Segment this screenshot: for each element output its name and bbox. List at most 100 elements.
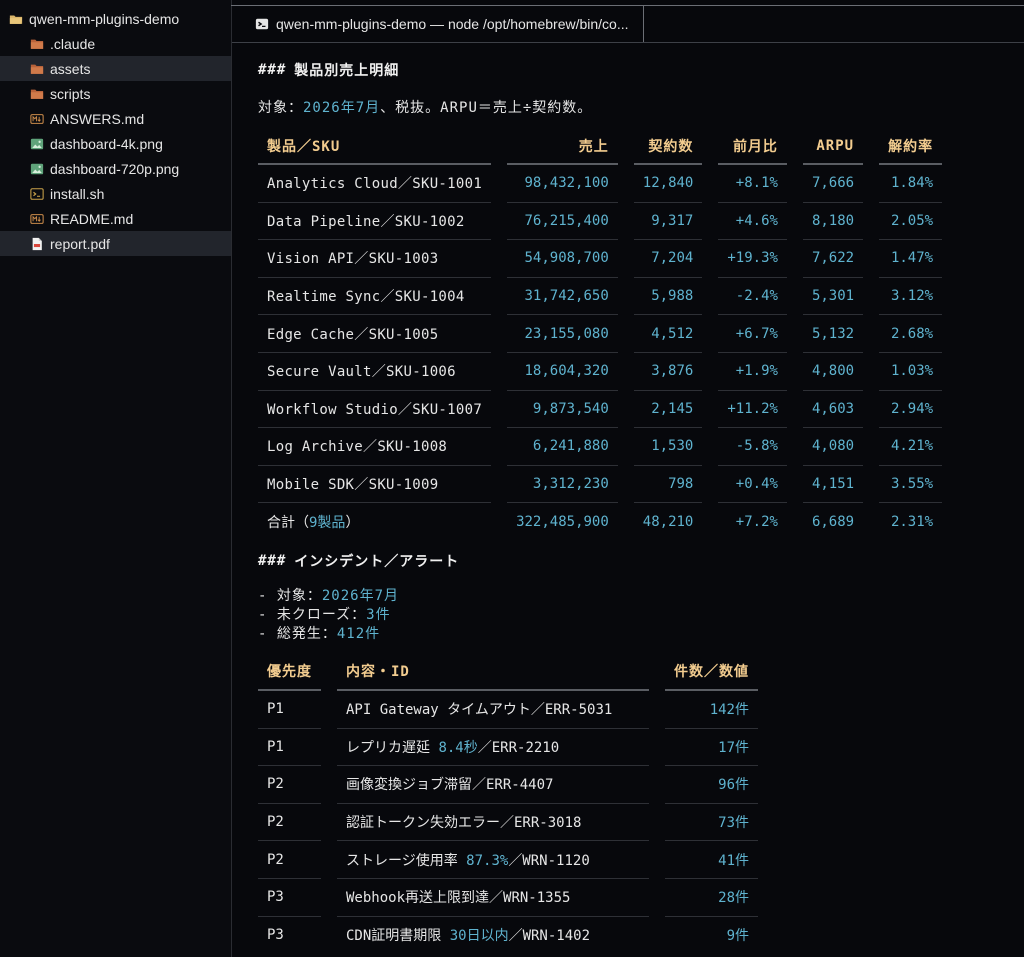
- tree-item-dashboard-4k-png[interactable]: dashboard-4k.png: [0, 131, 231, 156]
- incident-id: ／WRN-1355: [489, 890, 571, 907]
- total-value-cell: 322,485,900: [516, 514, 609, 531]
- incident-count-cell: 41件: [665, 841, 758, 879]
- bullet-key: - 未クローズ：: [258, 606, 367, 623]
- table-row: P1 レプリカ遅延 8.4秒／ERR-2210 17件: [258, 729, 758, 767]
- incident-col-header: 件数／数値: [665, 654, 758, 691]
- tree-item-install-sh[interactable]: install.sh: [0, 181, 231, 206]
- incident-id: ／ERR-2210: [477, 739, 560, 756]
- value-cell: 12,840: [633, 165, 703, 203]
- file-explorer-sidebar: qwen-mm-plugins-demo .claude assets script…: [0, 0, 232, 957]
- sales-col-header: 前月比: [718, 128, 787, 165]
- table-row: Vision API／SKU-1003 54,908,700 7,204 +19.3%…: [258, 240, 943, 278]
- total-value-cell: 2.31%: [890, 514, 934, 531]
- table-row: Data Pipeline／SKU-1002 76,215,400 9,317 +4.…: [258, 203, 943, 241]
- tree-item-readme-md[interactable]: README.md: [0, 206, 231, 231]
- incident-count-cell: 28件: [665, 879, 758, 917]
- sales-col-header: ARPU: [802, 128, 864, 165]
- tree-item-label: report.pdf: [50, 235, 110, 252]
- incident-table: 優先度 内容・ID 件数／数値 P1 API Gateway タイムアウト／ERR-5…: [242, 654, 774, 954]
- tree-item-dashboard-720p-png[interactable]: dashboard-720p.png: [0, 156, 231, 181]
- table-row: P2 画像変換ジョブ滞留／ERR-4407 96件: [258, 766, 758, 804]
- value-cell: 4,512: [633, 315, 703, 353]
- table-row: Edge Cache／SKU-1005 23,155,080 4,512 +6.7% 5…: [258, 315, 943, 353]
- value-cell: +0.4%: [718, 466, 787, 504]
- total-value-cell: 6,689: [811, 514, 855, 531]
- incident-id: ／WRN-1402: [508, 928, 591, 945]
- incident-text: ストレージ使用率: [346, 852, 467, 869]
- summary-bullet: - 未クローズ：3件: [258, 606, 1018, 625]
- tree-item-label: ANSWERS.md: [50, 110, 145, 127]
- terminal-file-icon: [29, 186, 45, 202]
- product-cell: Data Pipeline／SKU-1002: [258, 203, 492, 241]
- incident-content-cell: Webhook再送上限到達／WRN-1355: [337, 879, 649, 917]
- value-cell: 1.03%: [879, 353, 943, 391]
- incident-metric: 87.3%: [466, 852, 509, 869]
- table-row: Secure Vault／SKU-1006 18,604,320 3,876 +1.9…: [258, 353, 943, 391]
- product-cell: Edge Cache／SKU-1005: [258, 315, 492, 353]
- incident-text: 画像変換ジョブ滞留: [346, 777, 472, 794]
- value-cell: 1.47%: [879, 240, 943, 278]
- value-cell: 54,908,700: [507, 240, 618, 278]
- value-cell: 4,151: [802, 466, 864, 504]
- value-cell: +6.7%: [718, 315, 787, 353]
- value-cell: 2.94%: [879, 391, 943, 429]
- incident-count-cell: 17件: [665, 729, 758, 767]
- tree-item-report-pdf[interactable]: report.pdf: [0, 231, 231, 256]
- incident-col-header: 内容・ID: [337, 654, 649, 691]
- tree-root-folder[interactable]: qwen-mm-plugins-demo: [0, 6, 231, 31]
- value-cell: 7,204: [633, 240, 703, 278]
- markdown-file-icon: [29, 111, 45, 127]
- incident-content-cell: API Gateway タイムアウト／ERR-5031: [337, 691, 649, 729]
- value-cell: 7,666: [802, 165, 864, 203]
- sales-summary: 対象：2026年7月、税抜。ARPU＝売上÷契約数。: [258, 88, 1018, 128]
- value-cell: +1.9%: [718, 353, 787, 391]
- heading-hash: ###: [258, 62, 287, 78]
- total-label-prefix: 合計（: [267, 515, 309, 532]
- product-cell: Analytics Cloud／SKU-1001: [258, 165, 492, 203]
- product-cell: Mobile SDK／SKU-1009: [258, 466, 492, 504]
- tree-item-label: dashboard-720p.png: [50, 160, 180, 177]
- priority-cell: P3: [267, 927, 284, 944]
- tab-terminal[interactable]: qwen-mm-plugins-demo — node /opt/homebre…: [232, 6, 644, 42]
- value-cell: 5,988: [633, 278, 703, 316]
- heading-hash: ###: [258, 552, 287, 569]
- bullet-value: 412件: [336, 625, 381, 642]
- bullet-value: 2026年7月: [321, 587, 400, 604]
- priority-cell: P1: [258, 729, 321, 767]
- incident-count-cell: 73件: [665, 804, 758, 842]
- incident-id: ／ERR-5031: [530, 702, 613, 719]
- total-row: 合計（9製品） 322,485,900 48,210 +7.2% 6,689 2.31%: [258, 503, 942, 541]
- folder-icon: [29, 61, 45, 77]
- incident-summary-list: - 対象：2026年7月 - 未クローズ：3件 - 総発生：412件: [258, 587, 1018, 644]
- terminal-icon: [254, 16, 270, 32]
- sales-col-header: 売上: [507, 128, 618, 165]
- table-row: P1 API Gateway タイムアウト／ERR-5031 142件: [258, 691, 758, 729]
- table-row: P2 認証トークン失効エラー／ERR-3018 73件: [258, 804, 758, 842]
- incident-content-cell: 画像変換ジョブ滞留／ERR-4407: [337, 766, 649, 804]
- value-cell: 3.12%: [879, 278, 943, 316]
- tree-item-assets[interactable]: assets: [0, 56, 231, 81]
- tree-item-label: dashboard-4k.png: [50, 135, 163, 152]
- incident-text: レプリカ遅延: [346, 739, 439, 756]
- value-cell: 1.84%: [879, 165, 943, 203]
- tree-item-answers-md[interactable]: ANSWERS.md: [0, 106, 231, 131]
- tab-title: qwen-mm-plugins-demo — node /opt/homebre…: [276, 16, 629, 32]
- value-cell: 23,155,080: [507, 315, 618, 353]
- value-cell: 76,215,400: [507, 203, 618, 241]
- value-cell: 18,604,320: [507, 353, 618, 391]
- open-folder-icon: [8, 11, 24, 27]
- product-cell: Log Archive／SKU-1008: [258, 428, 492, 466]
- table-row: Realtime Sync／SKU-1004 31,742,650 5,988 -2.…: [258, 278, 943, 316]
- tree-item-scripts[interactable]: scripts: [0, 81, 231, 106]
- value-cell: 31,742,650: [507, 278, 618, 316]
- summary-month: 2026年7月: [303, 100, 381, 116]
- value-cell: 5,301: [802, 278, 864, 316]
- summary-suffix: 、税抜。ARPU＝売上÷契約数。: [380, 100, 593, 116]
- product-cell: Workflow Studio／SKU-1007: [258, 391, 492, 429]
- bullet-key: - 総発生：: [258, 625, 337, 642]
- summary-bullet: - 総発生：412件: [258, 625, 1018, 644]
- incident-text: API Gateway タイムアウト: [346, 702, 531, 719]
- incident-count-cell: 142件: [665, 691, 758, 729]
- tree-item-claude[interactable]: .claude: [0, 31, 231, 56]
- tree-item-label: scripts: [50, 85, 91, 102]
